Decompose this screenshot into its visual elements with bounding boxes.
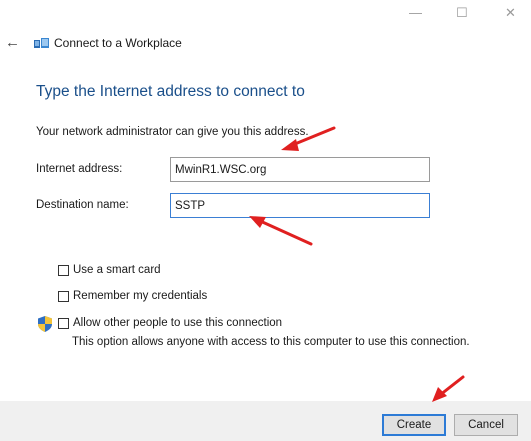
- remember-credentials-checkbox[interactable]: [58, 290, 69, 302]
- remember-credentials-label: Remember my credentials: [73, 290, 208, 302]
- title-bar: — ☐ ✕: [0, 0, 531, 30]
- allow-others-note: This option allows anyone with access to…: [72, 336, 470, 348]
- close-button[interactable]: ✕: [505, 6, 516, 20]
- annotation-arrow: [249, 216, 313, 246]
- cancel-button[interactable]: Cancel: [454, 414, 518, 436]
- wizard-header: ← Connect to a Workplace: [0, 30, 531, 56]
- internet-address-label: Internet address:: [36, 163, 123, 175]
- destination-name-input[interactable]: [170, 193, 430, 218]
- uac-shield-icon: [38, 316, 52, 332]
- annotation-arrow: [432, 375, 465, 402]
- remember-credentials-option[interactable]: Remember my credentials: [58, 288, 207, 304]
- network-workplace-icon: [34, 38, 49, 48]
- maximize-button[interactable]: ☐: [456, 6, 468, 20]
- minimize-button[interactable]: —: [409, 6, 422, 20]
- destination-name-label: Destination name:: [36, 199, 129, 211]
- allow-others-checkbox[interactable]: [58, 317, 69, 329]
- internet-address-input[interactable]: [170, 157, 430, 182]
- footer-bar: Create Cancel: [0, 401, 531, 441]
- annotation-arrows: [249, 126, 465, 402]
- allow-others-option[interactable]: Allow other people to use this connectio…: [58, 315, 282, 331]
- page-heading: Type the Internet address to connect to: [36, 83, 305, 100]
- create-button[interactable]: Create: [382, 414, 446, 436]
- smart-card-label: Use a smart card: [73, 264, 161, 276]
- wizard-title: Connect to a Workplace: [54, 36, 182, 50]
- smart-card-option[interactable]: Use a smart card: [58, 262, 161, 278]
- smart-card-checkbox[interactable]: [58, 264, 69, 276]
- allow-others-label: Allow other people to use this connectio…: [73, 317, 283, 329]
- info-text: Your network administrator can give you …: [36, 126, 309, 138]
- back-arrow-icon[interactable]: ←: [5, 34, 20, 51]
